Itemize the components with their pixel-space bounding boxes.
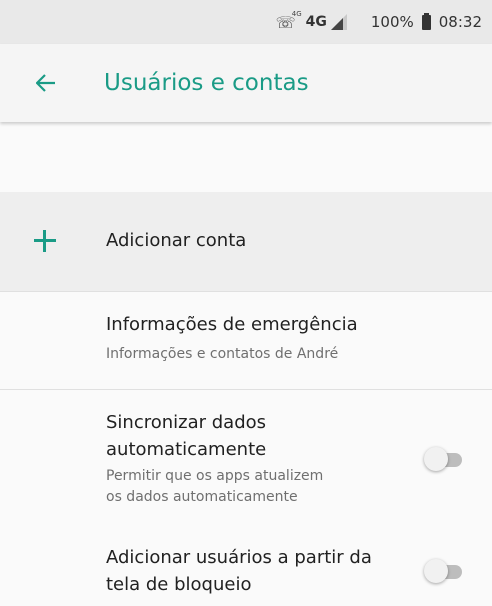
signal-icon (330, 14, 347, 30)
back-arrow-icon[interactable] (21, 58, 71, 108)
call-signal-group: ☏ 4G 4G (275, 9, 361, 32)
toggle-thumb (424, 559, 448, 583)
volte-call-icon: ☏ 4G (275, 9, 302, 32)
auto-sync-item[interactable]: Sincronizar dados automaticamente Permit… (0, 390, 492, 530)
battery-group: 100% 08:32 (370, 12, 482, 31)
emergency-info-subtitle: Informações e contatos de André (106, 346, 339, 362)
lockscreen-add-users-item[interactable]: Adicionar usuários a partir da tela de b… (0, 530, 492, 606)
status-bar: ☏ 4G 4G 100% 08:32 (0, 0, 492, 44)
battery-icon (421, 12, 431, 30)
page-title: Usuários e contas (104, 70, 309, 96)
toggle-thumb (424, 447, 448, 471)
add-account-item[interactable]: Adicionar conta (0, 192, 492, 292)
clock: 08:32 (438, 13, 482, 31)
content-spacer (0, 122, 492, 192)
back-arrow-glyph (36, 74, 55, 92)
plus-icon (34, 230, 56, 252)
auto-sync-subtitle-line1: Permitir que os apps atualizem (106, 468, 324, 484)
auto-sync-toggle[interactable] (424, 446, 464, 472)
add-account-label: Adicionar conta (106, 230, 247, 251)
battery-percent: 100% (370, 13, 414, 31)
auto-sync-title-line2: automaticamente (106, 439, 267, 460)
app-bar: Usuários e contas (0, 44, 492, 122)
call-badge: 4G (291, 9, 302, 18)
auto-sync-subtitle-line2: os dados automaticamente (106, 489, 298, 505)
lockscreen-add-users-title-line1: Adicionar usuários a partir da (106, 547, 372, 568)
auto-sync-title-line1: Sincronizar dados (106, 412, 267, 433)
emergency-info-title: Informações de emergência (106, 314, 358, 335)
emergency-info-item[interactable]: Informações de emergência Informações e … (0, 292, 492, 390)
network-type-label: 4G (305, 14, 327, 30)
lockscreen-add-users-title-line2: tela de bloqueio (106, 574, 252, 595)
lockscreen-add-users-toggle[interactable] (424, 558, 464, 584)
